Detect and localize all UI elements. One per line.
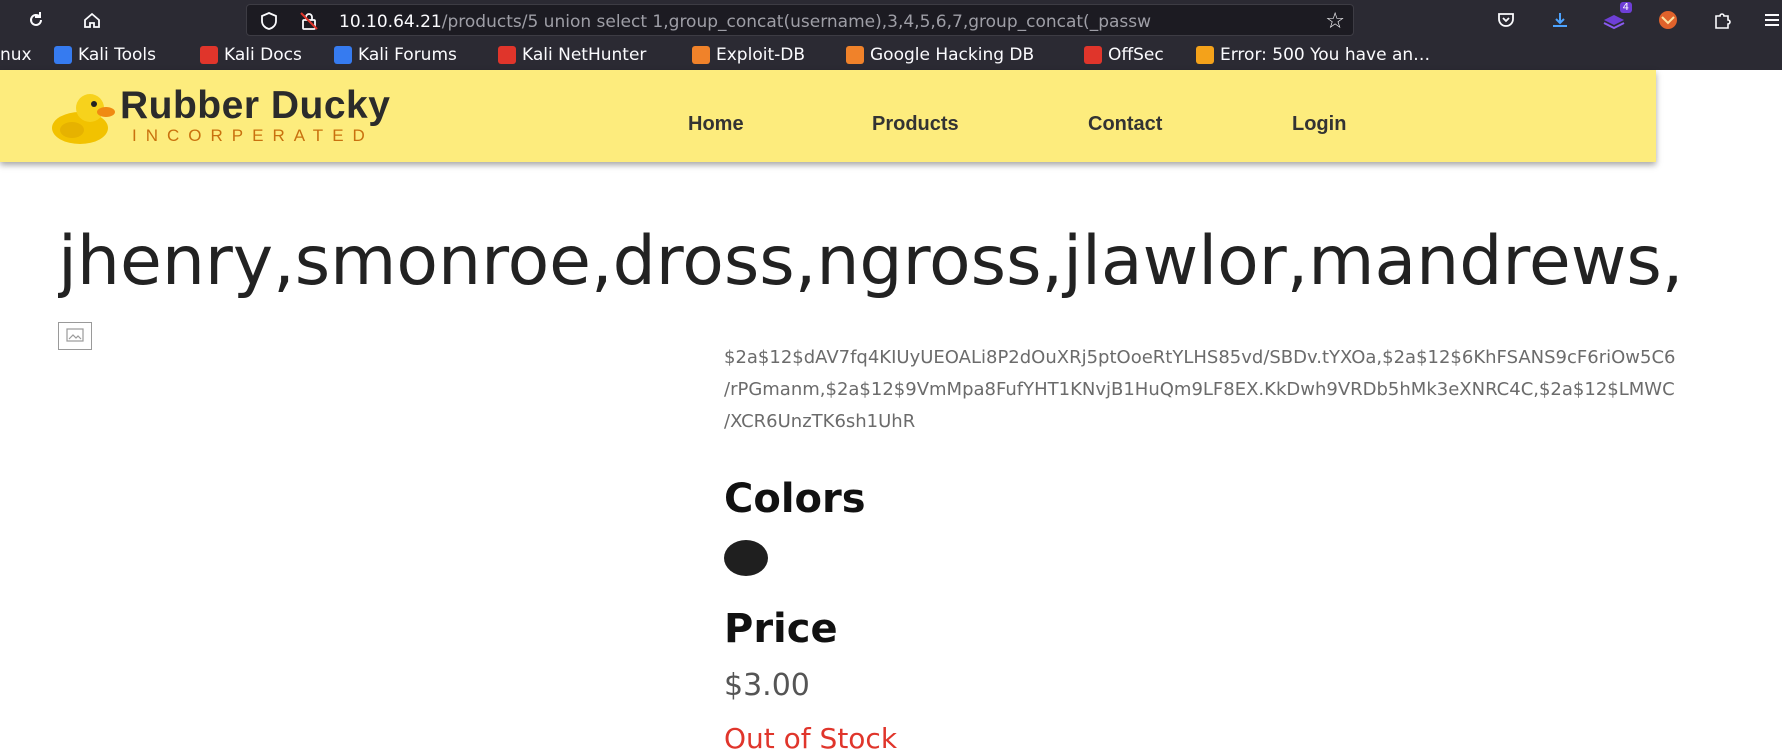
- bookmark-kali-linux[interactable]: nux: [0, 40, 32, 70]
- bookmark-kali-tools[interactable]: Kali Tools: [54, 40, 156, 70]
- bookmark-label: Kali Docs: [224, 45, 302, 65]
- extension-stack-icon[interactable]: 4: [1598, 2, 1632, 36]
- url-path: /products/5 union select 1,group_concat(…: [441, 12, 1152, 32]
- bookmark-label: Kali Forums: [358, 45, 457, 65]
- bookmark-label: Error: 500 You have an…: [1220, 45, 1431, 65]
- logo-title[interactable]: Rubber Ducky: [120, 84, 390, 128]
- address-bar[interactable]: 10.10.64.21/products/5 union select 1,gr…: [246, 4, 1354, 36]
- tracking-shield-icon[interactable]: [259, 11, 279, 35]
- url-text[interactable]: 10.10.64.21/products/5 union select 1,gr…: [339, 11, 1299, 33]
- bookmark-label: Kali Tools: [78, 45, 156, 65]
- pocket-icon[interactable]: [1490, 4, 1522, 36]
- hash-line: /XCR6UnzTK6sh1UhR: [724, 411, 916, 432]
- bookmark-kali-nethunter[interactable]: Kali NetHunter: [498, 40, 646, 70]
- nav-products[interactable]: Products: [872, 113, 959, 136]
- offsec-icon: [1084, 46, 1102, 64]
- browser-toolbar: 10.10.64.21/products/5 union select 1,gr…: [0, 0, 1782, 40]
- kali-dragon-icon: [54, 46, 72, 64]
- extensions-puzzle-icon[interactable]: [1706, 4, 1738, 36]
- kali-nethunter-icon: [498, 46, 516, 64]
- bookmark-label: Google Hacking DB: [870, 45, 1035, 65]
- ghdb-icon: [846, 46, 864, 64]
- bookmark-kali-docs[interactable]: Kali Docs: [200, 40, 302, 70]
- hash-line: /rPGmanm,$2a$12$9VmMpa8FufYHT1KNvjB1HuQm…: [724, 379, 1675, 400]
- product-description: $2a$12$dAV7fq4KIUyUEOALi8P2dOuXRj5ptOoeR…: [724, 342, 1782, 438]
- site-header: Rubber Ducky INCORPERATED Home Products …: [0, 70, 1656, 162]
- nav-contact[interactable]: Contact: [1088, 113, 1162, 136]
- bookmark-offsec[interactable]: OffSec: [1084, 40, 1164, 70]
- bookmarks-toolbar: nux Kali Tools Kali Docs Kali Forums Kal…: [0, 40, 1782, 70]
- exploit-db-icon: [692, 46, 710, 64]
- bookmark-star-icon[interactable]: ☆: [1325, 9, 1345, 34]
- bookmark-label: OffSec: [1108, 45, 1164, 65]
- menu-icon[interactable]: [1756, 4, 1782, 36]
- url-host: 10.10.64.21: [339, 12, 442, 32]
- broken-image-icon: [58, 322, 92, 350]
- rubber-duck-logo-icon[interactable]: [50, 90, 116, 150]
- product-title: jhenry,smonroe,dross,ngross,jlawlor,mand…: [58, 222, 1684, 301]
- bookmark-label: nux: [0, 45, 32, 65]
- logo-subtitle: INCORPERATED: [132, 126, 374, 145]
- kali-docs-icon: [200, 46, 218, 64]
- joomla-icon: [1196, 46, 1214, 64]
- hash-line: $2a$12$dAV7fq4KIUyUEOALi8P2dOuXRj5ptOoeR…: [724, 347, 1676, 368]
- bookmark-google-hacking-db[interactable]: Google Hacking DB: [846, 40, 1034, 70]
- price-heading: Price: [724, 606, 838, 652]
- bookmark-error-500[interactable]: Error: 500 You have an…: [1196, 40, 1430, 70]
- stock-status: Out of Stock: [724, 722, 898, 755]
- color-swatch[interactable]: [724, 540, 768, 576]
- kali-forums-icon: [334, 46, 352, 64]
- bookmark-exploit-db[interactable]: Exploit-DB: [692, 40, 805, 70]
- downloads-icon[interactable]: [1544, 4, 1576, 36]
- insecure-lock-icon[interactable]: [299, 11, 319, 35]
- foxyproxy-icon[interactable]: [1652, 4, 1684, 36]
- bookmark-kali-forums[interactable]: Kali Forums: [334, 40, 457, 70]
- product-price: $3.00: [724, 668, 810, 703]
- home-icon[interactable]: [76, 4, 108, 36]
- bookmark-label: Kali NetHunter: [522, 45, 647, 65]
- bookmark-label: Exploit-DB: [716, 45, 805, 65]
- colors-heading: Colors: [724, 476, 866, 522]
- nav-login[interactable]: Login: [1292, 113, 1346, 136]
- reload-icon[interactable]: [20, 4, 52, 36]
- extension-badge: 4: [1619, 2, 1632, 13]
- nav-home[interactable]: Home: [688, 113, 744, 136]
